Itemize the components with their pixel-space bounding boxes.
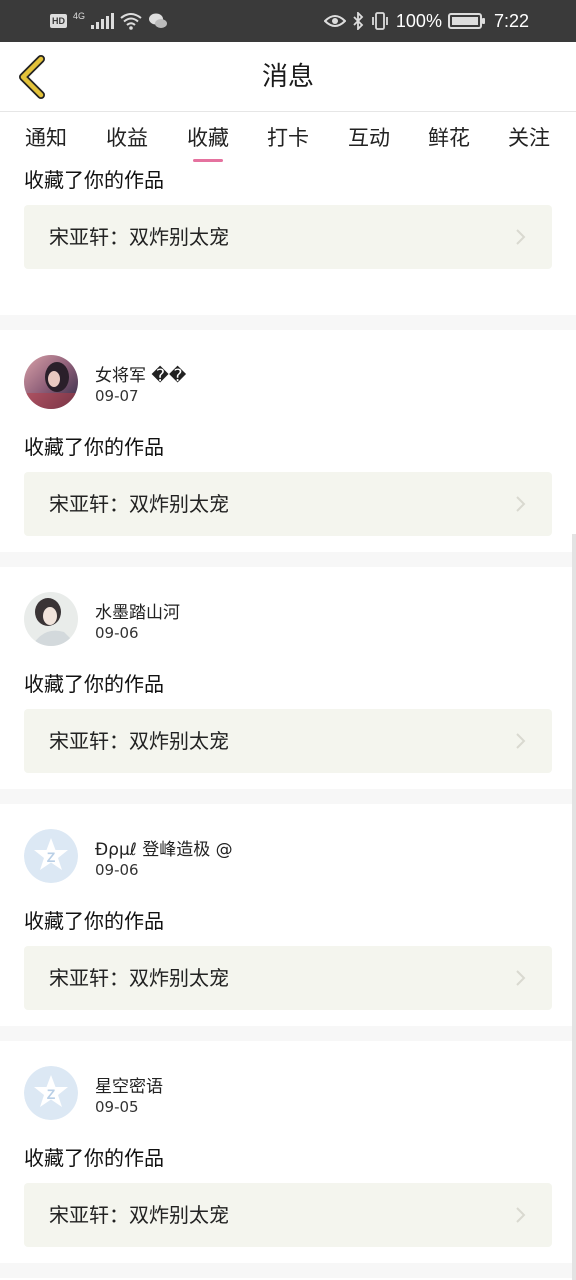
list-item: 水墨踏山河 09-06 收藏了你的作品 宋亚轩：双炸别太宠	[0, 567, 576, 804]
tab-favorites[interactable]: 收藏	[184, 122, 232, 162]
work-link[interactable]: 宋亚轩：双炸别太宠	[24, 709, 552, 773]
tab-earnings[interactable]: 收益	[103, 122, 151, 162]
work-link[interactable]: 宋亚轩：双炸别太宠	[24, 946, 552, 1010]
svg-text:Z: Z	[47, 1086, 56, 1102]
tab-label: 鲜花	[428, 126, 470, 150]
tab-bar: 通知 收益 收藏 打卡 互动 鲜花 关注	[0, 112, 576, 164]
tab-checkin[interactable]: 打卡	[264, 122, 312, 162]
signal-icon	[91, 13, 115, 29]
avatar-photo	[24, 355, 78, 409]
list-item: Z Ɖρμℓ 登峰造极 @ 09-06 收藏了你的作品 宋亚轩：双炸别太宠	[0, 804, 576, 1041]
user-name[interactable]: 星空密语	[95, 1072, 163, 1097]
timestamp: 09-07	[95, 387, 139, 405]
tab-label: 关注	[508, 126, 550, 150]
status-right: 100% 7:22	[323, 9, 529, 33]
avatar[interactable]	[24, 592, 78, 646]
tab-following[interactable]: 关注	[505, 122, 553, 162]
user-name[interactable]: 女将军 ��	[95, 361, 186, 386]
action-text: 收藏了你的作品	[24, 672, 164, 696]
avatar[interactable]: Z	[24, 1066, 78, 1120]
tab-label: 打卡	[267, 126, 309, 150]
user-name[interactable]: 水墨踏山河	[95, 598, 180, 623]
action-text: 收藏了你的作品	[24, 909, 164, 933]
action-text: 收藏了你的作品	[24, 168, 164, 192]
network-type: 4G	[73, 11, 86, 21]
tab-flowers[interactable]: 鲜花	[425, 122, 473, 162]
work-title: 宋亚轩：双炸别太宠	[49, 1203, 229, 1227]
status-bar: HD 4G 100% 7:22	[0, 0, 576, 42]
work-title: 宋亚轩：双炸别太宠	[49, 966, 229, 990]
action-text: 收藏了你的作品	[24, 1146, 164, 1170]
hd-icon: HD	[50, 14, 67, 28]
timestamp: 09-06	[95, 624, 139, 642]
eye-icon	[323, 15, 346, 27]
wifi-icon	[120, 13, 142, 30]
avatar[interactable]: Z	[24, 829, 78, 883]
list-item: 女将军 �� 09-07 收藏了你的作品 宋亚轩：双炸别太宠	[0, 330, 576, 567]
divider	[0, 1263, 576, 1278]
scrollbar[interactable]	[572, 534, 576, 1280]
tab-label: 通知	[25, 126, 67, 150]
svg-text:Z: Z	[47, 849, 56, 865]
header: 消息	[0, 42, 576, 112]
status-left: HD 4G	[50, 9, 168, 33]
battery-level	[451, 17, 478, 25]
page-title: 消息	[261, 62, 314, 92]
divider	[0, 552, 576, 567]
work-link[interactable]: 宋亚轩：双炸别太宠	[24, 1183, 552, 1247]
divider	[0, 315, 576, 330]
tab-label: 互动	[348, 126, 390, 150]
work-title: 宋亚轩：双炸别太宠	[49, 729, 229, 753]
work-link[interactable]: 宋亚轩：双炸别太宠	[24, 205, 552, 269]
avatar-photo	[24, 592, 78, 646]
chevron-right-icon	[516, 229, 526, 245]
work-link[interactable]: 宋亚轩：双炸别太宠	[24, 472, 552, 536]
clock: 7:22	[493, 10, 529, 31]
chevron-right-icon	[516, 496, 526, 512]
chevron-right-icon	[516, 1207, 526, 1223]
tab-notifications[interactable]: 通知	[22, 122, 70, 162]
default-avatar-icon: Z	[24, 1066, 78, 1120]
chevron-right-icon	[516, 733, 526, 749]
bluetooth-icon	[353, 12, 364, 30]
user-name[interactable]: Ɖρμℓ 登峰造极 @	[95, 835, 233, 860]
default-avatar-icon: Z	[24, 829, 78, 883]
wechat-icon	[149, 13, 168, 28]
favorites-feed[interactable]: 收藏了你的作品 宋亚轩：双炸别太宠 女将军 �� 09-07 收藏了你的作品 宋…	[0, 164, 576, 1280]
tab-label: 收藏	[187, 126, 229, 150]
list-item: Z 星空密语 09-05 收藏了你的作品 宋亚轩：双炸别太宠	[0, 1041, 576, 1278]
tab-label: 收益	[106, 126, 148, 150]
list-item: 收藏了你的作品 宋亚轩：双炸别太宠	[0, 164, 576, 300]
divider	[0, 789, 576, 804]
timestamp: 09-05	[95, 1098, 139, 1116]
timestamp: 09-06	[95, 861, 139, 879]
battery-percent: 100%	[395, 10, 442, 31]
action-text: 收藏了你的作品	[24, 435, 164, 459]
vibrate-icon	[372, 12, 388, 30]
work-title: 宋亚轩：双炸别太宠	[49, 492, 229, 516]
work-title: 宋亚轩：双炸别太宠	[49, 225, 229, 249]
battery-icon	[447, 13, 485, 29]
avatar[interactable]	[24, 355, 78, 409]
divider	[0, 1026, 576, 1041]
chevron-right-icon	[516, 970, 526, 986]
tab-interactions[interactable]: 互动	[345, 122, 393, 162]
